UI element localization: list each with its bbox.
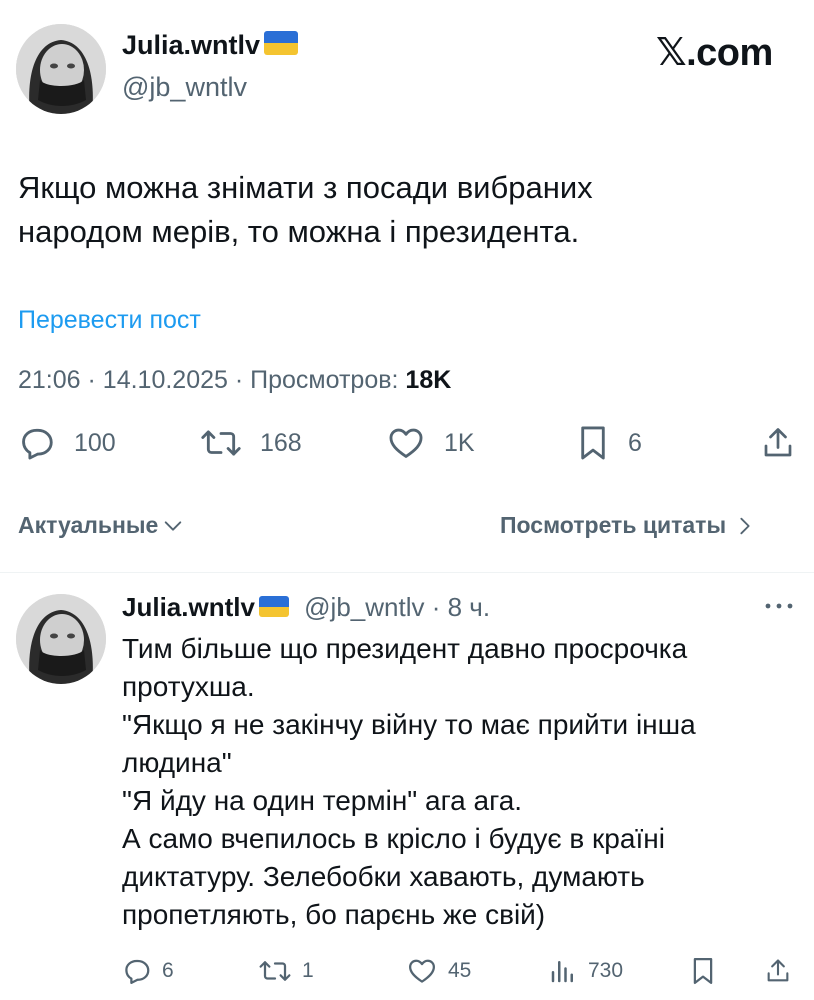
reply-icon (125, 959, 150, 984)
reply-views-count: 730 (588, 959, 624, 982)
sort-label: Актуальные (18, 512, 159, 538)
translate-post-link[interactable]: Перевести пост (18, 306, 201, 335)
views-count: 18K (405, 366, 452, 394)
avatar[interactable] (16, 24, 106, 114)
reply-button[interactable]: 100 (18, 424, 116, 462)
share-icon (767, 959, 789, 982)
reply-views-button[interactable]: 730 (548, 956, 623, 986)
reply-like-button[interactable]: 45 (406, 956, 471, 986)
views-label: Просмотров: (250, 366, 399, 394)
bookmark-icon (581, 426, 605, 460)
reply-icon (22, 428, 53, 460)
bookmark-count: 6 (628, 428, 642, 457)
like-count: 1K (444, 428, 475, 457)
bookmark-button[interactable]: 6 (576, 424, 642, 462)
reply-text: Тим більше що президент давно просрочка … (122, 633, 696, 930)
reply-bookmark-button[interactable] (690, 956, 716, 986)
ukraine-flag-icon (258, 596, 289, 617)
reply-repost-count: 1 (302, 959, 314, 982)
ukraine-flag-icon (264, 31, 299, 55)
like-icon (409, 959, 435, 983)
post-time[interactable]: 21:06 (18, 366, 81, 394)
chevron-right-icon (740, 517, 750, 534)
views-icon (551, 961, 573, 983)
share-icon (764, 428, 792, 457)
share-button[interactable] (760, 424, 796, 462)
sort-dropdown[interactable]: Актуальные (18, 512, 184, 539)
author-name-row: Julia.wntlv (122, 30, 299, 61)
like-button[interactable]: 1K (386, 424, 475, 462)
more-icon (765, 603, 793, 609)
reply-author-handle[interactable]: @jb_wntlv (304, 592, 424, 622)
post-text: Якщо можна знімати з посади вибраних нар… (18, 170, 593, 249)
reply-avatar[interactable] (16, 594, 106, 684)
more-options-button[interactable] (762, 594, 796, 623)
avatar-photo (16, 24, 106, 114)
reply-like-count: 45 (448, 959, 472, 982)
reply-share-button[interactable] (764, 956, 792, 986)
reply-count: 100 (74, 428, 116, 457)
divider (0, 572, 814, 573)
author-handle[interactable]: @jb_wntlv (122, 72, 247, 103)
reply-reply-count: 6 (162, 959, 174, 982)
avatar-photo (16, 594, 106, 684)
post-date[interactable]: 14.10.2025 (103, 366, 228, 394)
reply-header: Julia.wntlv @jb_wntlv · 8 ч. (122, 592, 491, 622)
author-name[interactable]: Julia.wntlv (122, 30, 260, 60)
reply-time[interactable]: 8 ч. (448, 592, 490, 622)
reply-reply-button[interactable]: 6 (122, 956, 174, 986)
view-quotes-link[interactable]: Посмотреть цитаты (500, 512, 756, 539)
post-meta: 21:06 · 14.10.2025 · Просмотров: 18K (18, 366, 452, 394)
x-logo: 𝕏.com (656, 32, 773, 74)
repost-count: 168 (260, 428, 302, 457)
bookmark-icon (693, 958, 713, 984)
repost-button[interactable]: 168 (200, 424, 302, 462)
reply-author-name[interactable]: Julia.wntlv (122, 592, 255, 622)
repost-icon (259, 961, 291, 981)
chevron-down-icon (165, 520, 182, 531)
like-icon (389, 428, 423, 458)
reply-repost-button[interactable]: 1 (258, 956, 314, 986)
repost-icon (201, 430, 241, 456)
view-quotes-label: Посмотреть цитаты (500, 512, 727, 538)
